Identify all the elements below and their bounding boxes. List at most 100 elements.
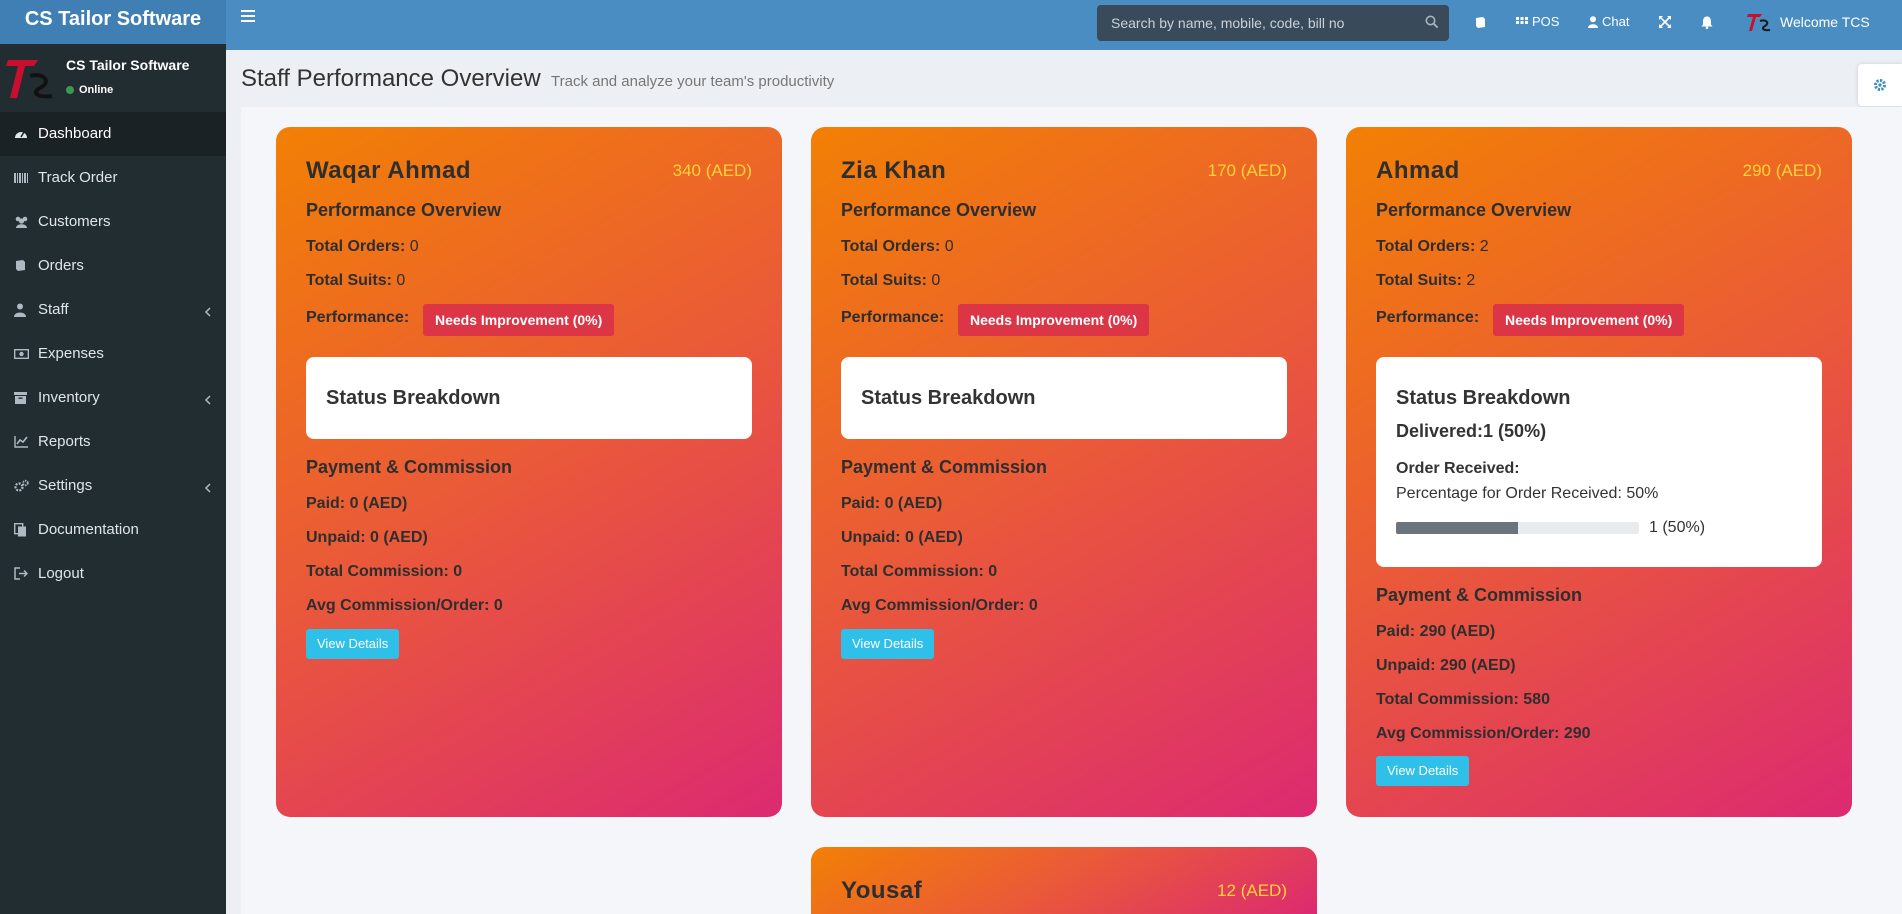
sidebar-item-staff[interactable]: Staff — [0, 288, 226, 332]
sidebar-item-label: Documentation — [38, 521, 139, 538]
status-breakdown-heading: Status Breakdown — [1396, 387, 1571, 409]
paid-amount: Paid: 0 (AED) — [841, 495, 943, 512]
staff-name: Zia Khan — [841, 157, 947, 184]
payment-heading: Payment & Commission — [841, 457, 1048, 477]
performance-heading: Performance Overview — [1376, 200, 1572, 220]
view-details-button[interactable]: View Details — [306, 629, 400, 659]
sidebar-item-label: Logout — [38, 565, 84, 582]
bell-icon[interactable] — [1701, 0, 1713, 44]
sidebar-item-documentation[interactable]: Documentation — [0, 508, 226, 552]
sidebar-item-settings[interactable]: Settings — [0, 464, 226, 508]
sidebar-item-inventory[interactable]: Inventory — [0, 376, 226, 420]
fullscreen-icon[interactable] — [1659, 0, 1671, 44]
staff-name: Ahmad — [1376, 157, 1460, 184]
total-orders-value: 0 — [944, 238, 954, 255]
payment-heading: Payment & Commission — [1376, 585, 1583, 605]
staff-card: Waqar Ahmad 340 (AED) Performance Overvi… — [276, 127, 782, 817]
avg-commission: Avg Commission/Order: 0 — [841, 597, 1038, 614]
performance-label: Performance: — [306, 309, 410, 326]
sidebar-item-label: Expenses — [38, 345, 104, 362]
total-orders-label: Total Orders: — [841, 238, 941, 255]
sidebar-item-reports[interactable]: Reports — [0, 420, 226, 464]
unpaid-amount: Unpaid: 290 (AED) — [1376, 657, 1516, 674]
total-suits-label: Total Suits: — [306, 272, 392, 289]
performance-badge: Needs Improvement (0%) — [958, 304, 1150, 336]
avg-commission: Avg Commission/Order: 290 — [1376, 725, 1591, 742]
sidebar-item-label: Dashboard — [38, 125, 112, 142]
gear-icon — [1874, 79, 1886, 91]
book-nav-icon[interactable] — [1474, 0, 1487, 44]
status-breakdown-box: Status Breakdown — [841, 357, 1287, 439]
sidebar-item-label: Reports — [38, 433, 91, 450]
online-status: Online — [66, 84, 113, 96]
sidebar-item-track-order[interactable]: Track Order — [0, 156, 226, 200]
sidebar: CS Tailor Software Online Dashboard Trac… — [0, 44, 226, 914]
settings-gear-button[interactable] — [1858, 64, 1902, 106]
order-received-progress-bar — [1396, 522, 1639, 534]
sidebar-item-logout[interactable]: Logout — [0, 552, 226, 596]
sidebar-item-dashboard[interactable]: Dashboard — [0, 112, 226, 156]
total-orders: Total Orders: 0 — [841, 238, 954, 256]
user-menu[interactable]: Welcome TCS — [1746, 0, 1870, 44]
staff-amount: 170 (AED) — [1207, 161, 1287, 180]
status-label: Online — [79, 84, 114, 96]
total-orders: Total Orders: 2 — [1376, 238, 1489, 256]
total-suits-value: 0 — [931, 272, 941, 289]
search-icon[interactable] — [1425, 15, 1439, 34]
staff-name: Yousaf — [841, 877, 923, 904]
performance-badge: Needs Improvement (0%) — [423, 304, 615, 336]
chat-nav-link[interactable]: Chat — [1588, 0, 1629, 44]
order-received-percentage: Percentage for Order Received: 50% — [1396, 485, 1659, 502]
barcode-icon — [14, 171, 28, 185]
pos-nav-link[interactable]: POS — [1516, 0, 1559, 44]
user-icon — [1588, 16, 1598, 28]
total-commission: Total Commission: 0 — [306, 563, 463, 580]
total-suits-value: 0 — [396, 272, 406, 289]
order-received-label: Order Received: — [1396, 460, 1520, 477]
staff-card: Ahmad 290 (AED) Performance Overview Tot… — [1346, 127, 1852, 817]
total-orders-label: Total Orders: — [1376, 238, 1476, 255]
status-breakdown-heading: Status Breakdown — [326, 387, 501, 409]
pos-label: POS — [1532, 14, 1560, 29]
sidebar-item-expenses[interactable]: Expenses — [0, 332, 226, 376]
sidebar-user-name: CS Tailor Software — [66, 57, 190, 73]
search-input[interactable] — [1097, 5, 1417, 41]
total-commission: Total Commission: 0 — [841, 563, 998, 580]
performance-heading: Performance Overview — [306, 200, 502, 220]
total-orders: Total Orders: 0 — [306, 238, 419, 256]
copy-icon — [13, 522, 28, 537]
staff-amount: 340 (AED) — [672, 161, 752, 180]
box-icon — [14, 391, 28, 405]
progress-fill — [1396, 522, 1518, 534]
view-details-button[interactable]: View Details — [1376, 756, 1470, 786]
sidebar-item-orders[interactable]: Orders — [0, 244, 226, 288]
page-title: Staff Performance Overview — [241, 65, 541, 92]
sidebar-item-label: Inventory — [38, 389, 100, 406]
top-navbar: CS Tailor Software POS Chat Welcome TCS — [0, 0, 1902, 50]
sidebar-menu: Dashboard Track Order Customers Orders S… — [0, 112, 226, 596]
dashboard-icon — [14, 127, 28, 141]
sidebar-item-label: Settings — [38, 477, 93, 494]
paid-amount: Paid: 0 (AED) — [306, 495, 408, 512]
performance-heading: Performance Overview — [841, 200, 1037, 220]
status-breakdown-heading: Status Breakdown — [861, 387, 1036, 409]
total-suits-label: Total Suits: — [1376, 272, 1462, 289]
progress-label: 1 (50%) — [1649, 519, 1706, 536]
brand-logo-text[interactable]: CS Tailor Software — [0, 0, 226, 44]
welcome-label: Welcome TCS — [1780, 14, 1870, 30]
sidebar-item-customers[interactable]: Customers — [0, 200, 226, 244]
total-orders-label: Total Orders: — [306, 238, 406, 255]
money-icon — [13, 347, 30, 361]
chat-label: Chat — [1602, 14, 1630, 29]
sidebar-item-label: Customers — [38, 213, 111, 230]
th-icon — [1516, 16, 1528, 28]
chart-line-icon — [14, 435, 28, 449]
performance-badge: Needs Improvement (0%) — [1493, 304, 1685, 336]
paid-amount: Paid: 290 (AED) — [1376, 623, 1496, 640]
sidebar-toggle-icon[interactable] — [241, 10, 255, 24]
view-details-button[interactable]: View Details — [841, 629, 935, 659]
staff-card: Yousaf 12 (AED) — [811, 847, 1317, 914]
avg-commission: Avg Commission/Order: 0 — [306, 597, 503, 614]
online-dot-icon — [66, 86, 74, 94]
status-breakdown-box: Status Breakdown — [306, 357, 752, 439]
